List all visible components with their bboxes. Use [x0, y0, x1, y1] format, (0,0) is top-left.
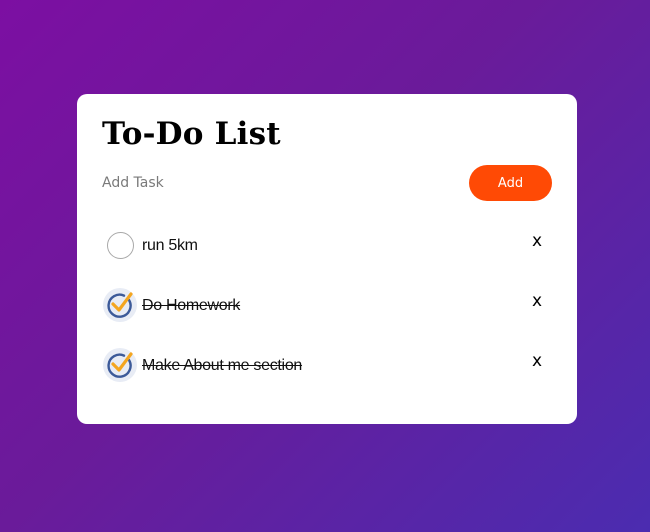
add-task-row: Add — [102, 165, 552, 209]
task-text: Do Homework — [142, 297, 241, 315]
task-text: Make About me section — [142, 357, 303, 375]
remove-task-button[interactable]: x — [528, 291, 546, 311]
task-text: run 5km — [142, 237, 198, 255]
checked-icon[interactable] — [103, 288, 137, 323]
remove-task-button[interactable]: x — [528, 351, 546, 371]
task-list: run 5km x Do Homework x Make About me se… — [102, 221, 552, 401]
remove-task-button[interactable]: x — [528, 231, 546, 251]
task-item[interactable]: Make About me section x — [102, 341, 552, 401]
unchecked-circle-icon[interactable] — [107, 232, 134, 260]
task-item[interactable]: run 5km x — [102, 221, 552, 281]
page-title: To-Do List — [102, 116, 281, 152]
task-item[interactable]: Do Homework x — [102, 281, 552, 341]
todo-card: To-Do List Add run 5km x Do Homework x — [77, 94, 577, 424]
add-task-input[interactable] — [102, 169, 442, 198]
checked-icon[interactable] — [103, 348, 137, 383]
add-button[interactable]: Add — [469, 165, 552, 202]
